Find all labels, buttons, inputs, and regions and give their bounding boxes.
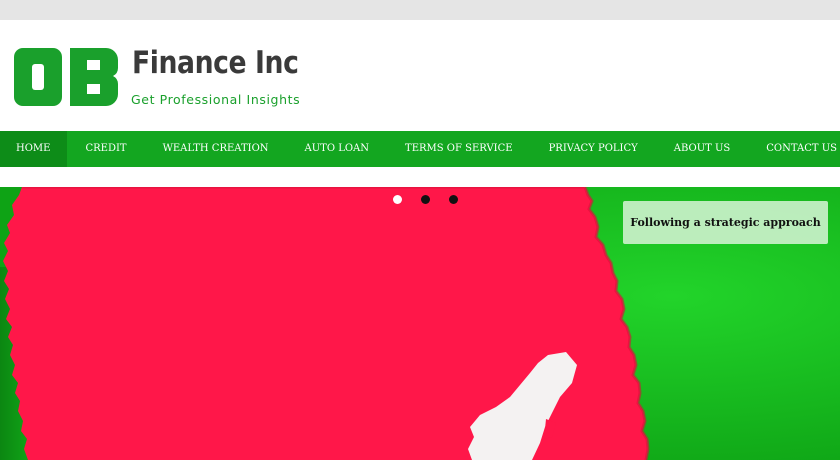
nav-item-about-us[interactable]: ABOUT US: [656, 131, 749, 167]
slider-dot-1[interactable]: [393, 195, 402, 204]
slide-caption: Following a strategic approach: [623, 201, 828, 244]
nav-item-auto-loan[interactable]: AUTO LOAN: [287, 131, 388, 167]
nav-spacer: [0, 167, 840, 187]
nav-item-contact-us[interactable]: CONTACT US: [748, 131, 840, 167]
slider-dots: [393, 195, 458, 204]
top-bar: [0, 0, 840, 20]
slider-dot-2[interactable]: [421, 195, 430, 204]
slider-dot-3[interactable]: [449, 195, 458, 204]
site-logo[interactable]: Finance Inc Get Professional Insights: [14, 45, 314, 112]
ob-logo-mark: [14, 48, 118, 106]
nav-item-privacy-policy[interactable]: PRIVACY POLICY: [531, 131, 656, 167]
nav-item-wealth-creation[interactable]: WEALTH CREATION: [145, 131, 287, 167]
site-header: Finance Inc Get Professional Insights: [0, 20, 840, 131]
brand-name: Finance Inc: [132, 45, 299, 81]
slide-caption-text: Following a strategic approach: [630, 216, 821, 229]
main-nav: HOME CREDIT WEALTH CREATION AUTO LOAN TE…: [0, 131, 840, 167]
nav-item-terms-of-service[interactable]: TERMS OF SERVICE: [387, 131, 531, 167]
nav-item-credit[interactable]: CREDIT: [67, 131, 144, 167]
nav-item-home[interactable]: HOME: [0, 131, 68, 167]
brand-tagline: Get Professional Insights: [131, 92, 301, 107]
